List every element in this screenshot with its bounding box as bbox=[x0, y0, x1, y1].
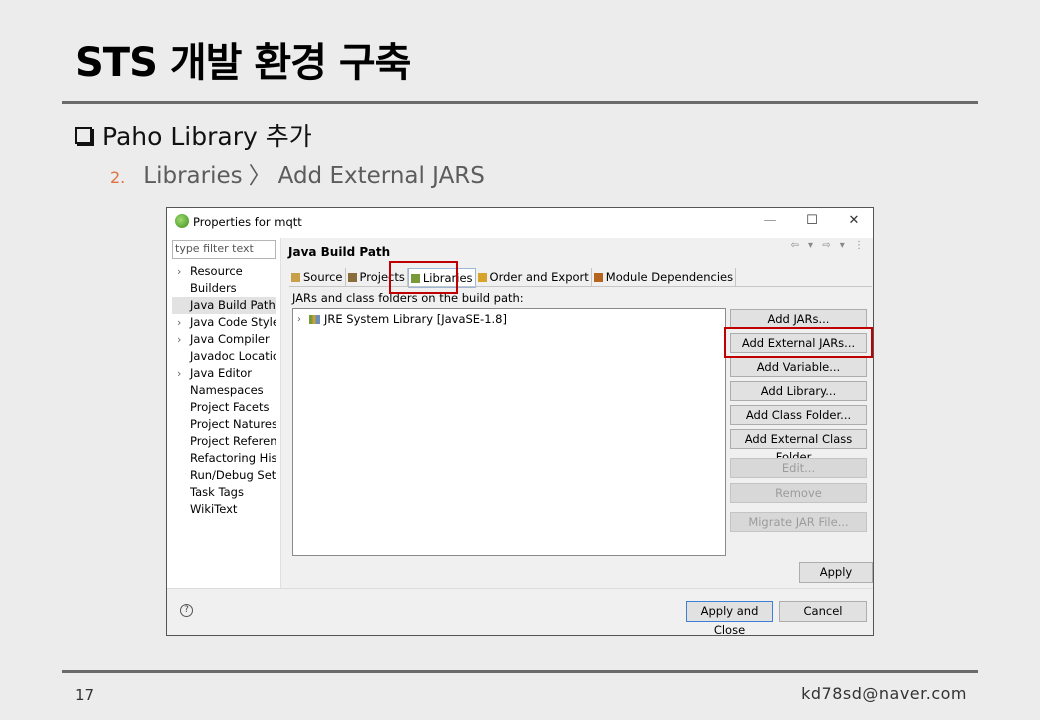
chevron-right-icon: 〉 bbox=[248, 163, 272, 189]
close-button[interactable]: ✕ bbox=[841, 211, 867, 231]
tree-item-label: Javadoc Location bbox=[190, 349, 276, 363]
slide-title: STS 개발 환경 구축 bbox=[75, 40, 411, 86]
spring-leaf-icon bbox=[175, 214, 189, 228]
step-line: 2. Libraries 〉 Add External JARS bbox=[110, 156, 485, 190]
tree-item-label: Run/Debug Settings bbox=[190, 468, 276, 482]
libraries-tab-highlight bbox=[389, 261, 458, 294]
add-variable-button[interactable]: Add Variable... bbox=[730, 357, 867, 377]
history-nav-icon[interactable]: ⇦ ▾ ⇨ ▾ ⋮ bbox=[790, 240, 867, 251]
tree-item[interactable]: › Java Editor bbox=[172, 365, 276, 382]
properties-dialog: Properties for mqtt — ☐ ✕ type filter te… bbox=[166, 207, 874, 637]
tab-label: Module Dependencies bbox=[605, 270, 734, 284]
tree-item[interactable]: Project Natures bbox=[172, 416, 276, 433]
add-library-button[interactable]: Add Library... bbox=[730, 381, 867, 401]
bullet-text: Paho Library 추가 bbox=[102, 122, 312, 151]
projects-icon bbox=[347, 272, 357, 282]
add-external-class-folder-button[interactable]: Add External Class Folder... bbox=[730, 429, 867, 464]
expand-arrow-icon[interactable]: › bbox=[297, 314, 309, 325]
add-class-folder-button[interactable]: Add Class Folder... bbox=[730, 405, 867, 425]
tab-label: Order and Export bbox=[489, 270, 589, 284]
order-export-icon bbox=[477, 272, 487, 282]
step-add-external-jars: Add External JARS bbox=[277, 163, 485, 189]
tree-item[interactable]: WikiText bbox=[172, 501, 276, 518]
apply-and-close-button[interactable]: Apply and Close bbox=[686, 601, 773, 637]
page-title: Java Build Path bbox=[288, 245, 391, 259]
edit-button[interactable]: Edit... bbox=[730, 458, 867, 478]
help-icon[interactable]: ? bbox=[180, 604, 193, 617]
tab-order-and-export[interactable]: Order and Export bbox=[476, 268, 592, 286]
build-path-tabs: Source Projects Libraries Order and Export M… bbox=[289, 268, 737, 288]
dialog-button-bar: ? Apply and Close Cancel bbox=[167, 589, 873, 637]
expand-arrow-icon[interactable]: › bbox=[177, 331, 181, 348]
migrate-jar-file-button[interactable]: Migrate JAR File... bbox=[730, 512, 867, 532]
page-number: 17 bbox=[75, 686, 95, 704]
remove-button[interactable]: Remove bbox=[730, 483, 867, 503]
tree-item-label: Project Natures bbox=[190, 417, 276, 431]
expand-arrow-icon[interactable]: › bbox=[177, 365, 181, 382]
list-item-label: JRE System Library [JavaSE-1.8] bbox=[324, 312, 507, 326]
build-path-list[interactable]: › JRE System Library [JavaSE-1.8] bbox=[292, 308, 726, 556]
library-icon bbox=[309, 314, 320, 324]
tab-source[interactable]: Source bbox=[289, 268, 346, 286]
maximize-button[interactable]: ☐ bbox=[799, 211, 825, 231]
footer-divider bbox=[62, 670, 978, 673]
tree-item-label: Project References bbox=[190, 434, 276, 448]
apply-button[interactable]: Apply bbox=[799, 562, 873, 583]
square-bullet-icon bbox=[75, 126, 92, 144]
source-folder-icon bbox=[291, 272, 300, 282]
expand-arrow-icon[interactable]: › bbox=[177, 263, 181, 280]
tree-item-label: Builders bbox=[190, 281, 237, 295]
tree-item-label: Refactoring History bbox=[190, 451, 276, 465]
tree-item[interactable]: Run/Debug Settings bbox=[172, 467, 276, 484]
minimize-button[interactable]: — bbox=[757, 211, 783, 231]
module-dependencies-icon bbox=[593, 272, 603, 282]
tree-item-label: Task Tags bbox=[190, 485, 244, 499]
list-item[interactable]: › JRE System Library [JavaSE-1.8] bbox=[297, 312, 507, 326]
tree-item[interactable]: › Resource bbox=[172, 263, 276, 280]
bullet-heading: Paho Library 추가 bbox=[75, 117, 312, 153]
step-libraries: Libraries bbox=[143, 163, 243, 189]
settings-tree: › Resource Builders Java Build Path › Java Co… bbox=[172, 263, 280, 518]
tree-item-label: Java Compiler bbox=[190, 332, 270, 346]
cancel-button[interactable]: Cancel bbox=[779, 601, 867, 622]
author-email: kd78sd@naver.com bbox=[801, 684, 967, 703]
tree-item[interactable]: Javadoc Location bbox=[172, 348, 276, 365]
expand-arrow-icon[interactable]: › bbox=[177, 314, 181, 331]
tree-item[interactable]: Project References bbox=[172, 433, 276, 450]
tree-item-label: Java Build Path bbox=[190, 298, 276, 312]
title-divider bbox=[62, 101, 978, 104]
tree-item-label: Namespaces bbox=[190, 383, 264, 397]
add-external-jars-highlight bbox=[724, 327, 873, 358]
build-path-pane: Java Build Path ⇦ ▾ ⇨ ▾ ⋮ Source Projects… bbox=[281, 238, 873, 588]
tree-item[interactable]: Builders bbox=[172, 280, 276, 297]
dialog-titlebar[interactable]: Properties for mqtt — ☐ ✕ bbox=[167, 208, 873, 236]
tab-underline bbox=[289, 286, 872, 287]
settings-tree-pane: type filter text › Resource Builders Java B… bbox=[172, 240, 282, 616]
tab-module-dependencies[interactable]: Module Dependencies bbox=[592, 268, 737, 286]
tree-item-label: Java Editor bbox=[190, 366, 252, 380]
filter-input[interactable]: type filter text bbox=[172, 240, 276, 259]
dialog-title: Properties for mqtt bbox=[193, 215, 302, 229]
tree-item[interactable]: Refactoring History bbox=[172, 450, 276, 467]
tree-item-label: Project Facets bbox=[190, 400, 270, 414]
tree-item[interactable]: Project Facets bbox=[172, 399, 276, 416]
tree-item-label: Resource bbox=[190, 264, 243, 278]
tree-item-label: Java Code Style bbox=[190, 315, 276, 329]
tree-item[interactable]: Task Tags bbox=[172, 484, 276, 501]
tree-item[interactable]: › Java Code Style bbox=[172, 314, 276, 331]
add-jars-button[interactable]: Add JARs... bbox=[730, 309, 867, 329]
step-number: 2. bbox=[110, 168, 126, 187]
tab-label: Source bbox=[303, 270, 343, 284]
tree-item[interactable]: Namespaces bbox=[172, 382, 276, 399]
tree-item[interactable]: Java Build Path bbox=[172, 297, 276, 314]
tree-item[interactable]: › Java Compiler bbox=[172, 331, 276, 348]
tree-item-label: WikiText bbox=[190, 502, 238, 516]
